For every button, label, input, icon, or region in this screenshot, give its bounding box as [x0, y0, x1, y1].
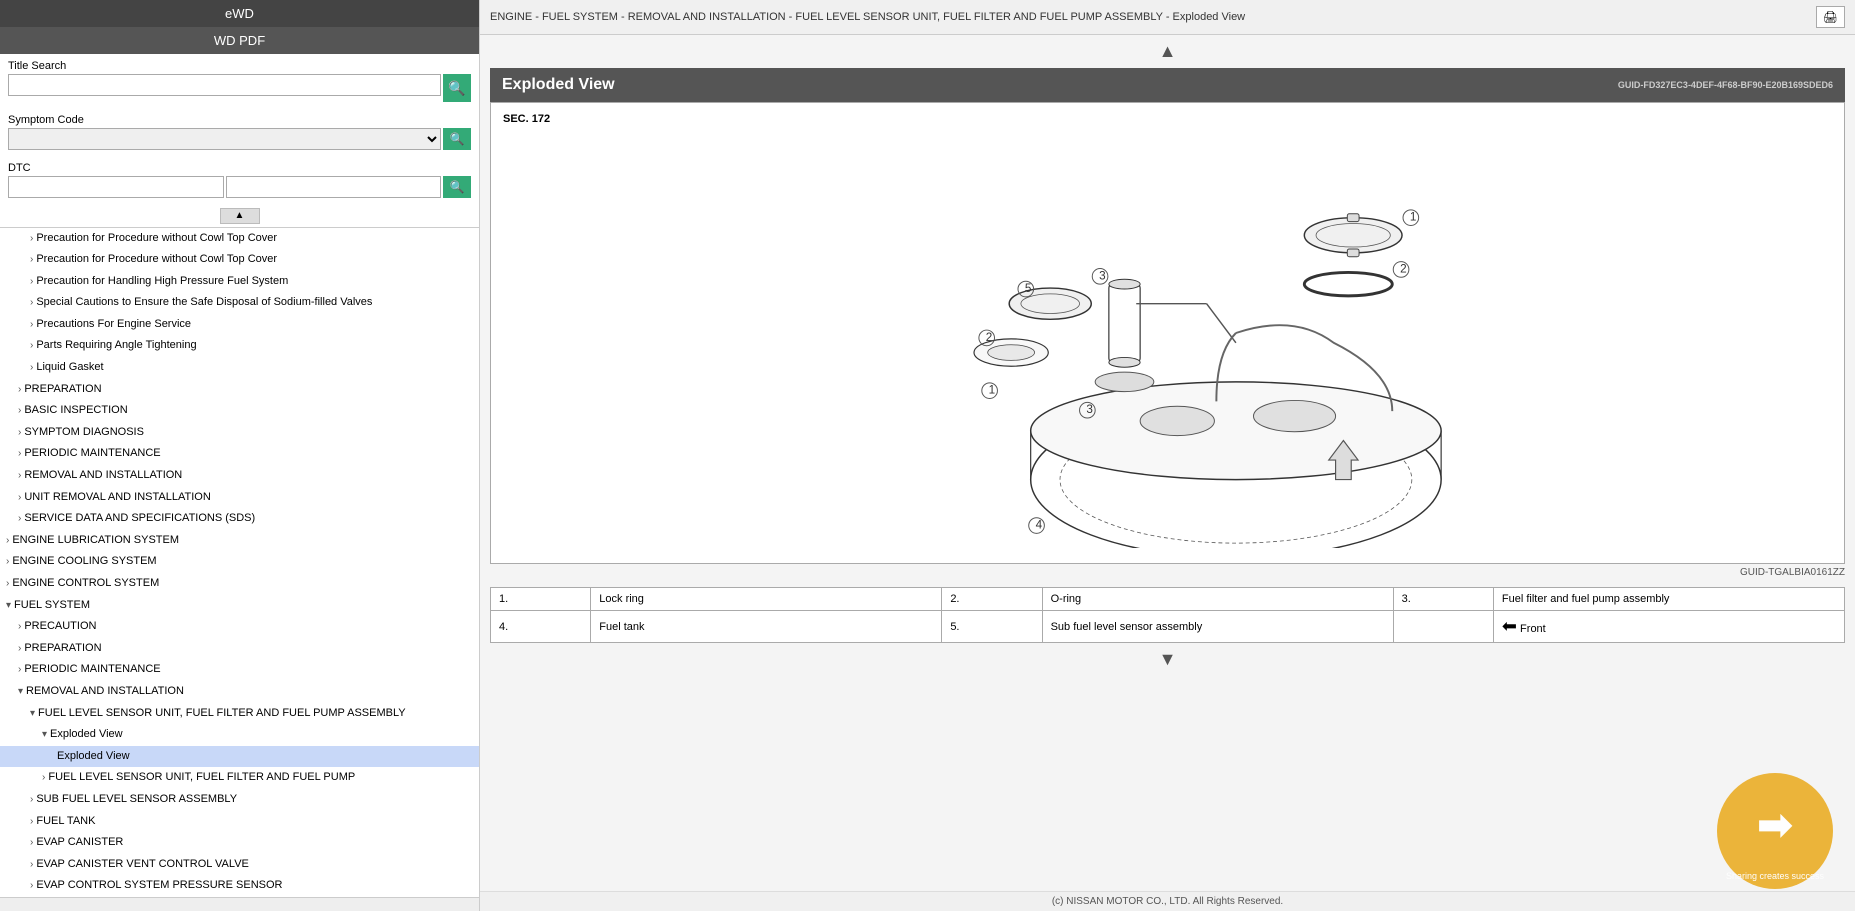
print-icon: 🖨 [1823, 10, 1838, 24]
part-name-1-3: ⬅ Front [1493, 611, 1844, 643]
svg-text:4: 4 [1036, 518, 1043, 531]
search-icon-2: 🔍 [450, 132, 465, 146]
tree-item[interactable]: ›Precaution for Procedure without Cowl T… [0, 249, 479, 271]
horizontal-scrollbar[interactable] [0, 897, 479, 911]
tree-item[interactable]: ›EVAP CONTROL SYSTEM PRESSURE SENSOR [0, 875, 479, 897]
tree-item[interactable]: ›EVAP CANISTER [0, 832, 479, 854]
tree-item[interactable]: ›Precaution for Handling High Pressure F… [0, 271, 479, 293]
tree-item[interactable]: ›PERIODIC MAINTENANCE [0, 659, 479, 681]
svg-text:5: 5 [1025, 282, 1032, 295]
tree-item[interactable]: ›Precaution for Procedure without Cowl T… [0, 228, 479, 250]
tree-item[interactable]: ›SERVICE DATA AND SPECIFICATIONS (SDS) [0, 508, 479, 530]
tree-item[interactable]: ▾FUEL LEVEL SENSOR UNIT, FUEL FILTER AND… [0, 703, 479, 725]
symptom-search-button[interactable]: 🔍 [443, 128, 471, 150]
part-name-0-2: O-ring [1042, 588, 1393, 611]
svg-text:1: 1 [989, 384, 996, 397]
title-search-button[interactable]: 🔍 [443, 74, 471, 102]
symptom-code-label: Symptom Code [8, 114, 471, 126]
print-button[interactable]: 🖨 [1816, 6, 1845, 28]
diagram-image-area: 4 3 [501, 113, 1834, 553]
tree-item[interactable]: ›SYMPTOM DIAGNOSIS [0, 422, 479, 444]
tree-item[interactable]: ▾FUEL SYSTEM [0, 595, 479, 617]
exploded-view-guid-top: GUID-FD327EC3-4DEF-4F68-BF90-E20B169SDED… [1618, 80, 1833, 90]
tree-item[interactable]: ▾REMOVAL AND INSTALLATION [0, 681, 479, 703]
part-name-1-2: Sub fuel level sensor assembly [1042, 611, 1393, 643]
nav-up-button[interactable]: ▲ [490, 35, 1845, 68]
exploded-view-header: Exploded View GUID-FD327EC3-4DEF-4F68-BF… [490, 68, 1845, 102]
content-area[interactable]: ▲ Exploded View GUID-FD327EC3-4DEF-4F68-… [480, 35, 1855, 891]
dtc-section: DTC 🔍 [0, 156, 479, 204]
tree-item[interactable]: ›PREPARATION [0, 379, 479, 401]
tree-item[interactable]: ›Special Cautions to Ensure the Safe Dis… [0, 292, 479, 314]
part-name-1-1: Fuel tank [591, 611, 942, 643]
symptom-code-select[interactable] [8, 128, 441, 150]
svg-text:2: 2 [1400, 262, 1407, 275]
tree-item[interactable]: ›EVAP CANISTER VENT CONTROL VALVE [0, 854, 479, 876]
symptom-code-section: Symptom Code 🔍 [0, 108, 479, 156]
part-num-1-2: 5. [942, 611, 1042, 643]
tree-item[interactable]: ›PRECAUTION [0, 616, 479, 638]
ewd-button[interactable]: eWD [0, 0, 479, 27]
dtc-input-1[interactable] [8, 176, 224, 198]
part-num-0-3: 3. [1393, 588, 1493, 611]
tree-item[interactable]: ›Precautions For Engine Service [0, 314, 479, 336]
footer-bar: (c) NISSAN MOTOR CO., LTD. All Rights Re… [480, 891, 1855, 911]
nav-down-button[interactable]: ▼ [490, 643, 1845, 676]
tree-item[interactable]: ›FUEL TANK [0, 811, 479, 833]
footer-text: (c) NISSAN MOTOR CO., LTD. All Rights Re… [1052, 896, 1283, 907]
tree-item[interactable]: ›Parts Requiring Angle Tightening [0, 335, 479, 357]
exploded-view-svg: 4 3 [845, 118, 1490, 548]
search-icon: 🔍 [448, 80, 465, 97]
dtc-search-button[interactable]: 🔍 [443, 176, 471, 198]
part-name-0-3: Fuel filter and fuel pump assembly [1493, 588, 1844, 611]
parts-table: 1. Lock ring 2. O-ring 3. Fuel filter an… [490, 587, 1845, 643]
tree-item[interactable]: ›ENGINE LUBRICATION SYSTEM [0, 530, 479, 552]
exploded-view-title: Exploded View [502, 76, 615, 94]
guid-bottom-label: GUID-TGALBIA0161ZZ [490, 564, 1845, 581]
tree-item[interactable]: ›BASIC INSPECTION [0, 400, 479, 422]
tree-item[interactable]: ›FUEL LEVEL SENSOR UNIT, FUEL FILTER AND… [0, 767, 479, 789]
svg-text:3: 3 [1086, 403, 1093, 416]
svg-text:2: 2 [986, 331, 993, 344]
part-num-0-1: 1. [491, 588, 591, 611]
tree-item[interactable]: ›ENGINE COOLING SYSTEM [0, 551, 479, 573]
dtc-label: DTC [8, 162, 471, 174]
tree-item[interactable]: ›PREPARATION [0, 638, 479, 660]
tree-item[interactable]: Exploded View [0, 746, 479, 768]
part-num-1-1: 4. [491, 611, 591, 643]
svg-text:1: 1 [1410, 211, 1417, 224]
tree-item[interactable]: ›REMOVAL AND INSTALLATION [0, 465, 479, 487]
diagram-box: SEC. 172 4 [490, 102, 1845, 564]
tree-item[interactable]: ›PERIODIC MAINTENANCE [0, 443, 479, 465]
wdpdf-button[interactable]: WD PDF [0, 27, 479, 54]
search-icon-3: 🔍 [450, 180, 465, 194]
top-bar: ENGINE - FUEL SYSTEM - REMOVAL AND INSTA… [480, 0, 1855, 35]
tree-item[interactable]: ▾Exploded View [0, 724, 479, 746]
collapse-row: ▲ [0, 204, 479, 227]
collapse-button[interactable]: ▲ [220, 208, 260, 224]
part-name-0-1: Lock ring [591, 588, 942, 611]
tree-item[interactable]: ›UNIT REMOVAL AND INSTALLATION [0, 487, 479, 509]
tree-item[interactable]: ›SUB FUEL LEVEL SENSOR ASSEMBLY [0, 789, 479, 811]
title-search-label: Title Search [8, 60, 471, 72]
title-search-section: Title Search 🔍 [0, 54, 479, 108]
part-num-1-3 [1393, 611, 1493, 643]
tree-item[interactable]: ›ENGINE CONTROL SYSTEM [0, 573, 479, 595]
svg-text:3: 3 [1099, 269, 1106, 282]
left-panel: eWD WD PDF Title Search 🔍 Symptom Code 🔍… [0, 0, 480, 911]
title-search-input[interactable] [8, 74, 441, 96]
right-panel: ENGINE - FUEL SYSTEM - REMOVAL AND INSTA… [480, 0, 1855, 911]
tree-item[interactable]: ›Liquid Gasket [0, 357, 479, 379]
section-label: SEC. 172 [503, 113, 550, 125]
dtc-input-2[interactable] [226, 176, 442, 198]
direction-arrow-icon: ⬅ [1502, 616, 1517, 636]
part-num-0-2: 2. [942, 588, 1042, 611]
breadcrumb: ENGINE - FUEL SYSTEM - REMOVAL AND INSTA… [490, 11, 1245, 23]
tree-container: ›Precaution for Procedure without Cowl T… [0, 227, 479, 898]
